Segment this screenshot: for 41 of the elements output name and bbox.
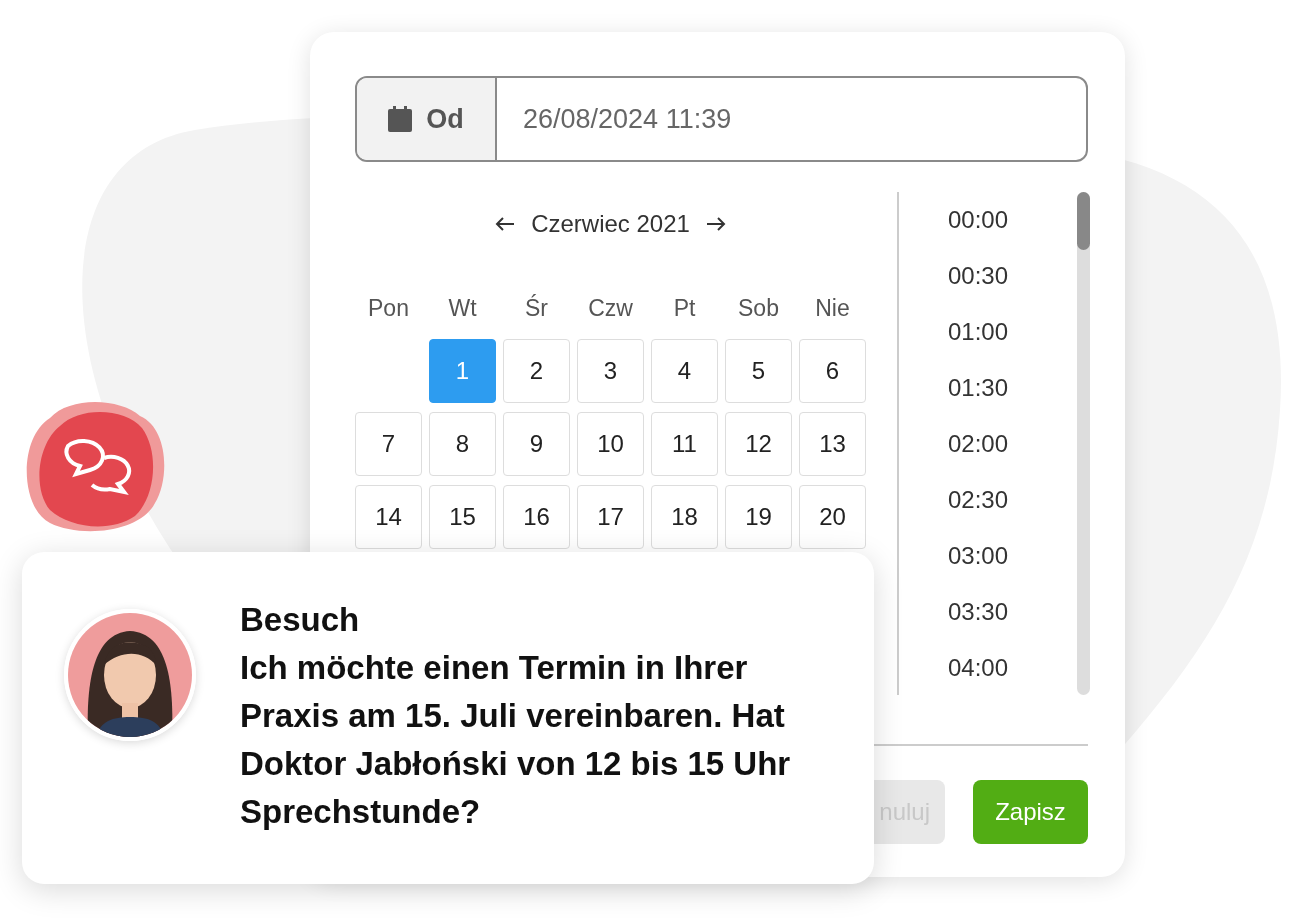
- arrow-right-icon[interactable]: [705, 216, 726, 232]
- time-option[interactable]: 01:00: [948, 304, 1009, 360]
- calendar-day[interactable]: 15: [429, 485, 496, 549]
- time-option[interactable]: 03:30: [948, 584, 1009, 640]
- weekday-label: Śr: [524, 293, 549, 323]
- weekday-label: Pt: [672, 293, 697, 323]
- calendar-day[interactable]: 13: [799, 412, 866, 476]
- weekday-label: Czw: [587, 293, 634, 323]
- calendar-day[interactable]: 18: [651, 485, 718, 549]
- calendar-day[interactable]: 5: [725, 339, 792, 403]
- time-option[interactable]: 03:00: [948, 528, 1009, 584]
- month-title: Czerwiec 2021: [531, 210, 690, 238]
- calendar-day[interactable]: 4: [651, 339, 718, 403]
- arrow-left-icon[interactable]: [495, 216, 516, 232]
- calendar-day[interactable]: 7: [355, 412, 422, 476]
- time-option[interactable]: 02:00: [948, 416, 1009, 472]
- message-title: Besuch: [240, 600, 361, 640]
- calendar-day[interactable]: 3: [577, 339, 644, 403]
- message-text: Ich möchte einen Termin in Ihrer Praxis am 15. Juli vereinbaren. Hat Doktor Jabłoński von 12 bis 15 Uhr Sprechstunde?: [240, 648, 792, 832]
- time-option[interactable]: 01:30: [948, 360, 1009, 416]
- weekday-label: Pon: [367, 293, 410, 323]
- scrollbar[interactable]: [1077, 192, 1090, 695]
- time-option[interactable]: 02:30: [948, 472, 1009, 528]
- weekday-label: Nie: [814, 293, 851, 323]
- calendar-day[interactable]: 17: [577, 485, 644, 549]
- time-option[interactable]: 00:00: [948, 192, 1009, 248]
- calendar-day[interactable]: 12: [725, 412, 792, 476]
- calendar-day[interactable]: 6: [799, 339, 866, 403]
- calendar-day[interactable]: 9: [503, 412, 570, 476]
- calendar-day[interactable]: 10: [577, 412, 644, 476]
- weekday-label: Wt: [447, 293, 478, 323]
- calendar-day[interactable]: 2: [503, 339, 570, 403]
- calendar-day[interactable]: 20: [799, 485, 866, 549]
- calendar-day[interactable]: 16: [503, 485, 570, 549]
- weekday-label: Sob: [737, 293, 780, 323]
- time-option[interactable]: 00:30: [948, 248, 1009, 304]
- time-option[interactable]: 04:00: [948, 640, 1009, 696]
- calendar-day[interactable]: 19: [725, 485, 792, 549]
- calendar-day[interactable]: 8: [429, 412, 496, 476]
- calendar-day[interactable]: 14: [355, 485, 422, 549]
- calendar-day[interactable]: 11: [651, 412, 718, 476]
